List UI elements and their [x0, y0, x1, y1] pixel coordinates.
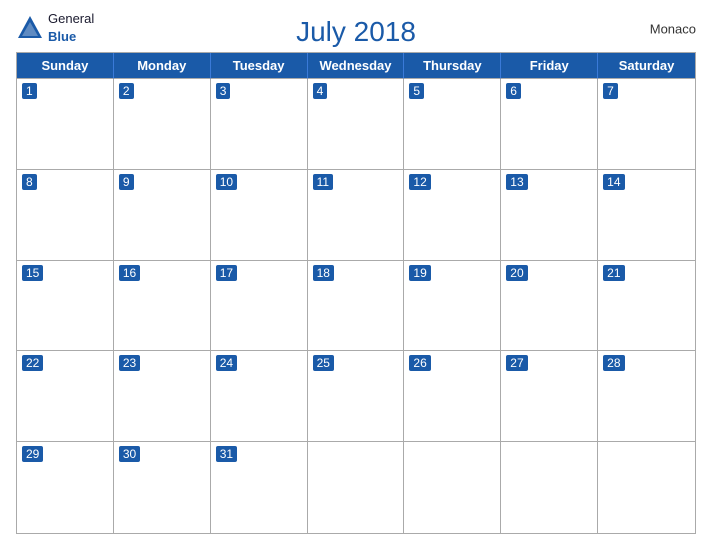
day-header-friday: Friday — [501, 53, 598, 79]
cal-cell: 17 — [211, 261, 308, 352]
cal-cell: 4 — [308, 79, 405, 170]
cal-cell: 2 — [114, 79, 211, 170]
week-row-3: 15 16 17 18 19 20 21 — [17, 261, 695, 352]
date-number: 25 — [313, 355, 334, 371]
date-number: 15 — [22, 265, 43, 281]
day-header-sunday: Sunday — [17, 53, 114, 79]
date-number: 6 — [506, 83, 521, 99]
cal-cell: 1 — [17, 79, 114, 170]
calendar-grid: SundayMondayTuesdayWednesdayThursdayFrid… — [16, 52, 696, 534]
cal-cell: 21 — [598, 261, 695, 352]
cal-cell: 6 — [501, 79, 598, 170]
date-number: 23 — [119, 355, 140, 371]
date-number: 10 — [216, 174, 237, 190]
week-row-4: 22 23 24 25 26 27 28 — [17, 351, 695, 442]
day-header-wednesday: Wednesday — [308, 53, 405, 79]
date-number: 30 — [119, 446, 140, 462]
cal-cell: 9 — [114, 170, 211, 261]
date-number: 28 — [603, 355, 624, 371]
cal-cell: 5 — [404, 79, 501, 170]
cal-cell: 14 — [598, 170, 695, 261]
calendar-header-row: SundayMondayTuesdayWednesdayThursdayFrid… — [17, 53, 695, 79]
date-number: 20 — [506, 265, 527, 281]
day-header-saturday: Saturday — [598, 53, 695, 79]
cal-cell: 10 — [211, 170, 308, 261]
date-number: 8 — [22, 174, 37, 190]
date-number: 7 — [603, 83, 618, 99]
cal-cell: 29 — [17, 442, 114, 533]
cal-cell — [501, 442, 598, 533]
date-number: 13 — [506, 174, 527, 190]
week-row-1: 1 2 3 4 5 6 7 — [17, 79, 695, 170]
cal-cell: 13 — [501, 170, 598, 261]
date-number: 21 — [603, 265, 624, 281]
cal-cell: 7 — [598, 79, 695, 170]
date-number: 11 — [313, 174, 333, 190]
cal-cell — [598, 442, 695, 533]
date-number: 9 — [119, 174, 134, 190]
date-number: 18 — [313, 265, 334, 281]
date-number: 24 — [216, 355, 237, 371]
cal-cell: 26 — [404, 351, 501, 442]
cal-cell: 23 — [114, 351, 211, 442]
cal-cell: 19 — [404, 261, 501, 352]
cal-cell: 3 — [211, 79, 308, 170]
logo-icon — [16, 14, 44, 42]
date-number: 29 — [22, 446, 43, 462]
date-number: 5 — [409, 83, 424, 99]
day-header-monday: Monday — [114, 53, 211, 79]
cal-cell: 11 — [308, 170, 405, 261]
logo-general: General — [48, 11, 94, 26]
cal-cell: 8 — [17, 170, 114, 261]
cal-cell: 12 — [404, 170, 501, 261]
week-row-2: 8 9 10 11 12 13 14 — [17, 170, 695, 261]
day-header-tuesday: Tuesday — [211, 53, 308, 79]
date-number: 19 — [409, 265, 430, 281]
date-number: 1 — [22, 83, 37, 99]
date-number: 12 — [409, 174, 430, 190]
calendar-header: General Blue July 2018 Monaco — [16, 10, 696, 48]
cal-cell: 22 — [17, 351, 114, 442]
cal-cell: 15 — [17, 261, 114, 352]
date-number: 31 — [216, 446, 237, 462]
cal-cell: 30 — [114, 442, 211, 533]
date-number: 2 — [119, 83, 134, 99]
date-number: 4 — [313, 83, 328, 99]
date-number: 27 — [506, 355, 527, 371]
logo-area: General Blue — [16, 10, 94, 46]
cal-cell: 20 — [501, 261, 598, 352]
day-header-thursday: Thursday — [404, 53, 501, 79]
date-number: 26 — [409, 355, 430, 371]
date-number: 14 — [603, 174, 624, 190]
country-label: Monaco — [650, 22, 696, 37]
date-number: 3 — [216, 83, 231, 99]
cal-cell: 16 — [114, 261, 211, 352]
date-number: 16 — [119, 265, 140, 281]
week-row-5: 29 30 31 — [17, 442, 695, 533]
calendar-title: July 2018 — [296, 16, 416, 48]
logo-text: General Blue — [48, 10, 94, 46]
cal-cell: 24 — [211, 351, 308, 442]
cal-cell — [404, 442, 501, 533]
cal-cell: 27 — [501, 351, 598, 442]
cal-cell: 28 — [598, 351, 695, 442]
logo-blue: Blue — [48, 29, 76, 44]
date-number: 17 — [216, 265, 237, 281]
cal-cell: 25 — [308, 351, 405, 442]
date-number: 22 — [22, 355, 43, 371]
cal-cell: 18 — [308, 261, 405, 352]
cal-cell — [308, 442, 405, 533]
calendar-container: General Blue July 2018 Monaco SundayMond… — [0, 0, 712, 550]
cal-cell: 31 — [211, 442, 308, 533]
